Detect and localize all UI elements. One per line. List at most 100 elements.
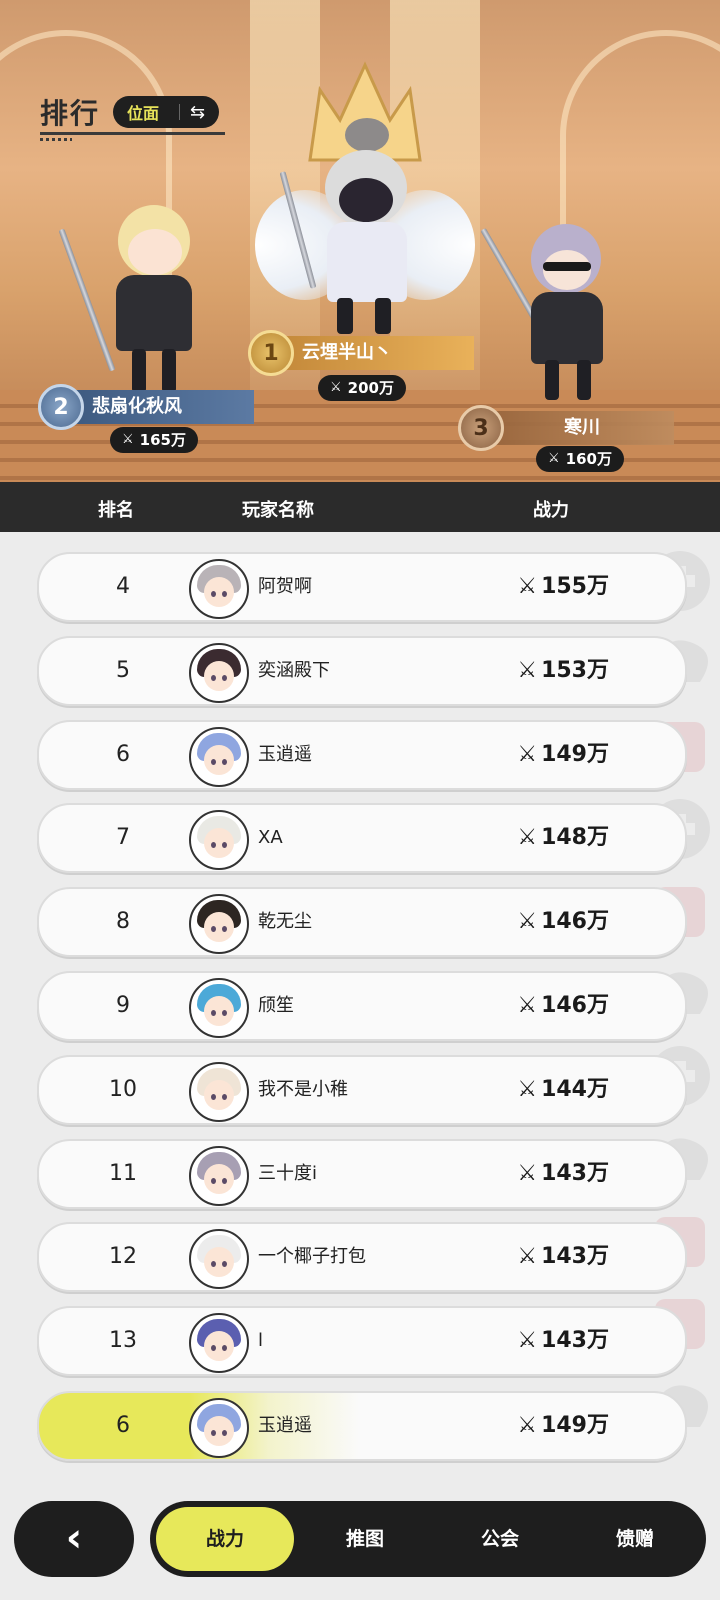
tab-guild[interactable]: 公会	[435, 1501, 565, 1577]
power-icon: ⚔	[517, 1413, 538, 1438]
rank-2-nameplate[interactable]: 2 悲扇化秋风	[38, 384, 254, 430]
power-icon: ⚔	[517, 993, 538, 1018]
player-avatar[interactable]	[189, 1229, 249, 1289]
player-power-value: 143万	[541, 1161, 609, 1186]
player-avatar[interactable]	[189, 559, 249, 619]
rank-3-nameplate[interactable]: 3 寒川	[458, 405, 674, 451]
player-power: ⚔ 155万	[517, 554, 609, 620]
tab-stage-push[interactable]: 推图	[300, 1501, 430, 1577]
rank-3-character[interactable]	[480, 210, 625, 410]
table-header: 排名 玩家名称 战力	[0, 482, 720, 532]
player-avatar[interactable]	[189, 1313, 249, 1373]
player-avatar[interactable]	[189, 727, 249, 787]
player-power-value: 155万	[541, 574, 609, 599]
player-power-value: 143万	[541, 1328, 609, 1353]
table-row[interactable]: 10 我不是小稚 ⚔ 144万	[37, 1055, 687, 1125]
player-name: 我不是小稚	[258, 1079, 348, 1100]
table-row[interactable]: 9 颀笙 ⚔ 146万	[37, 971, 687, 1041]
power-icon: ⚔	[517, 825, 538, 850]
rank-2-power-value: 165万	[139, 431, 186, 449]
player-name: 玉逍遥	[258, 744, 312, 765]
back-button[interactable]: ‹	[14, 1501, 134, 1577]
column-player-name: 玩家名称	[242, 500, 314, 521]
character-mask	[339, 178, 393, 222]
avatar-eye	[222, 1345, 227, 1351]
player-power: ⚔ 148万	[517, 805, 609, 871]
player-power: ⚔ 146万	[517, 973, 609, 1039]
my-avatar[interactable]	[189, 1398, 249, 1458]
plane-switch-button[interactable]: 位面 ⇆	[113, 96, 219, 128]
row-rank: 9	[116, 993, 130, 1018]
avatar-face	[204, 1164, 234, 1194]
player-name: 乾无尘	[258, 911, 312, 932]
my-power: ⚔ 149万	[517, 1393, 609, 1459]
avatar-eye	[211, 675, 216, 681]
title-dots	[40, 138, 72, 141]
table-row[interactable]: 6 玉逍遥 ⚔ 149万	[37, 720, 687, 790]
player-avatar[interactable]	[189, 1146, 249, 1206]
rank-2-medal: 2	[38, 384, 84, 430]
avatar-eye	[222, 1094, 227, 1100]
rank-3-medal: 3	[458, 405, 504, 451]
avatar-face	[204, 996, 234, 1026]
avatar-eye	[211, 842, 216, 848]
toggle-divider	[179, 104, 180, 120]
player-power-value: 143万	[541, 1244, 609, 1269]
player-avatar[interactable]	[189, 894, 249, 954]
rank-2-character[interactable]	[58, 195, 210, 405]
power-icon: ⚔	[517, 742, 538, 767]
avatar-eye	[211, 1261, 216, 1267]
podium-banner: 排行 位面 ⇆ 1 云埋半山丶 ⚔ 200万 2 悲扇化秋风 ⚔ 165万 3 …	[0, 0, 720, 482]
row-rank: 12	[109, 1244, 137, 1269]
player-avatar[interactable]	[189, 810, 249, 870]
plane-label: 位面	[127, 104, 160, 123]
table-row[interactable]: 5 奕涵殿下 ⚔ 153万	[37, 636, 687, 706]
character-body	[531, 292, 603, 364]
column-power: 战力	[533, 500, 569, 521]
row-rank: 6	[116, 742, 130, 767]
tab-gift[interactable]: 馈赠	[570, 1501, 700, 1577]
power-icon: ⚔	[517, 909, 538, 934]
my-rank-row[interactable]: 6 玉逍遥 ⚔ 149万	[37, 1391, 687, 1461]
avatar-eye	[222, 842, 227, 848]
avatar-face	[204, 1416, 234, 1446]
power-icon: ⚔	[330, 380, 342, 395]
table-row[interactable]: 12 一个椰子打包 ⚔ 143万	[37, 1222, 687, 1292]
avatar-eye	[222, 1178, 227, 1184]
power-icon: ⚔	[517, 658, 538, 683]
row-rank: 7	[116, 825, 130, 850]
avatar-face	[204, 828, 234, 858]
avatar-face	[204, 661, 234, 691]
player-power: ⚔ 149万	[517, 722, 609, 788]
character-leg	[337, 298, 353, 334]
avatar-eye	[211, 591, 216, 597]
rank-1-nameplate[interactable]: 1 云埋半山丶	[248, 330, 474, 376]
avatar-face	[204, 745, 234, 775]
player-power-value: 148万	[541, 825, 609, 850]
rank-1-character[interactable]	[255, 110, 475, 340]
power-icon: ⚔	[548, 451, 560, 466]
player-avatar[interactable]	[189, 978, 249, 1038]
player-power-value: 144万	[541, 1077, 609, 1102]
table-row[interactable]: 11 三十度i ⚔ 143万	[37, 1139, 687, 1209]
table-row[interactable]: 4 阿贺啊 ⚔ 155万	[37, 552, 687, 622]
table-row[interactable]: 7 XA ⚔ 148万	[37, 803, 687, 873]
table-row[interactable]: 8 乾无尘 ⚔ 146万	[37, 887, 687, 957]
avatar-eye	[222, 1430, 227, 1436]
player-power: ⚔ 143万	[517, 1308, 609, 1374]
tab-bar: 战力 推图 公会 馈赠	[150, 1501, 706, 1577]
player-power: ⚔ 144万	[517, 1057, 609, 1123]
rank-2-power: ⚔ 165万	[110, 427, 198, 453]
player-name: 一个椰子打包	[258, 1246, 366, 1267]
player-avatar[interactable]	[189, 643, 249, 703]
character-face	[128, 229, 182, 275]
avatar-eye	[211, 1094, 216, 1100]
rank-3-power: ⚔ 160万	[536, 446, 624, 472]
tab-power[interactable]: 战力	[156, 1507, 294, 1571]
avatar-eye	[211, 759, 216, 765]
avatar-face	[204, 1331, 234, 1361]
table-row[interactable]: 13 l ⚔ 143万	[37, 1306, 687, 1376]
player-avatar[interactable]	[189, 1062, 249, 1122]
ranking-title-block: 排行	[40, 92, 225, 141]
character-body	[327, 222, 407, 302]
